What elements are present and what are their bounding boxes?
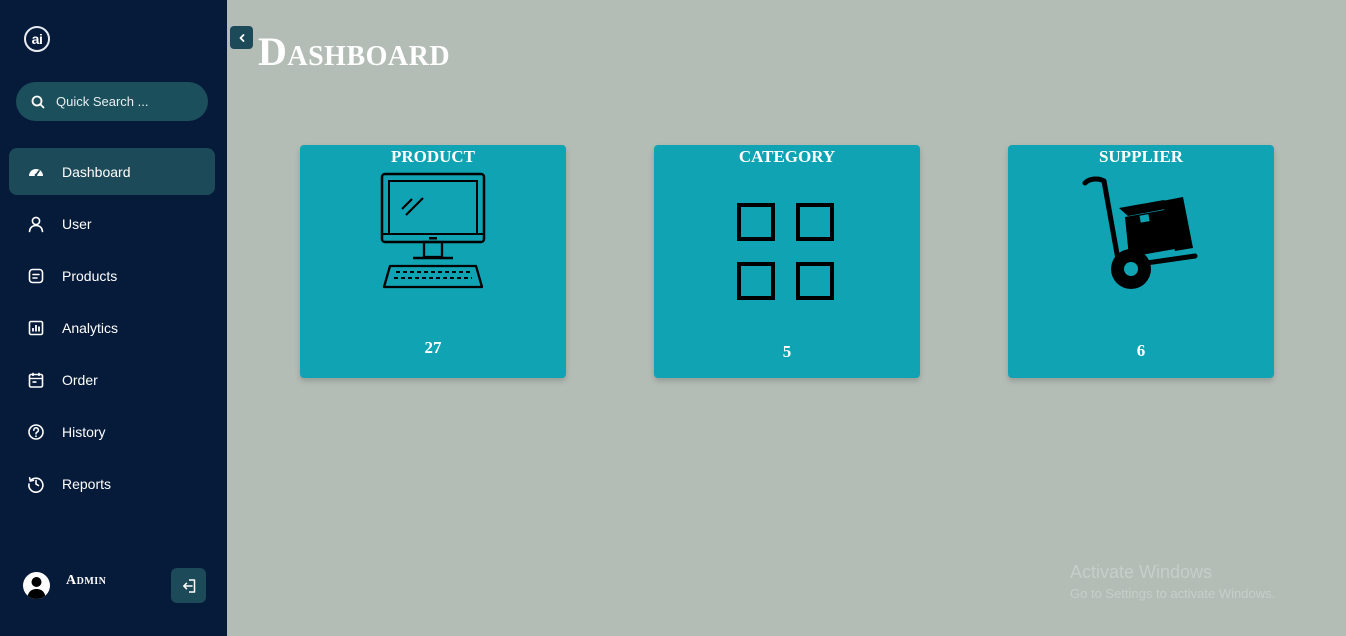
sidebar-item-label: Analytics bbox=[62, 319, 119, 336]
logout-button[interactable] bbox=[171, 568, 206, 603]
document-icon bbox=[26, 266, 46, 286]
card-title: PRODUCT bbox=[390, 147, 476, 166]
hand-truck-icon bbox=[1082, 176, 1198, 289]
sidebar-item-label: History bbox=[62, 423, 106, 440]
chevron-left-icon bbox=[239, 33, 244, 42]
activation-watermark: Activate Windows Go to Settings to activ… bbox=[1070, 562, 1275, 601]
sidebar-item-label: Dashboard bbox=[62, 163, 131, 180]
sidebar-nav: Dashboard User Products Analytics Order bbox=[9, 148, 215, 512]
product-card[interactable]: PRODUCT 27 bbox=[300, 145, 566, 378]
logout-icon bbox=[182, 578, 195, 593]
user-icon bbox=[26, 214, 46, 234]
app-logo[interactable]: ai bbox=[24, 26, 50, 52]
user-profile[interactable]: Admin bbox=[23, 572, 106, 599]
watermark-title: Activate Windows bbox=[1070, 562, 1213, 582]
card-title: CATEGORY bbox=[738, 147, 836, 166]
page-title: Dashboard bbox=[258, 29, 451, 74]
sidebar-item-label: Products bbox=[62, 267, 118, 284]
collapse-sidebar-button[interactable] bbox=[230, 26, 253, 49]
sidebar-item-user[interactable]: User bbox=[9, 200, 215, 247]
avatar[interactable] bbox=[23, 572, 50, 599]
card-count: 5 bbox=[782, 342, 792, 361]
sidebar-item-order[interactable]: Order bbox=[9, 356, 215, 403]
sidebar-item-label: User bbox=[62, 215, 92, 232]
supplier-card[interactable]: SUPPLIER 6 bbox=[1008, 145, 1274, 378]
sidebar-item-analytics[interactable]: Analytics bbox=[9, 304, 215, 351]
sidebar-item-dashboard[interactable]: Dashboard bbox=[9, 148, 215, 195]
grid-icon bbox=[737, 203, 834, 300]
sidebar: ai Dashboard User Products bbox=[0, 0, 227, 636]
watermark-subtitle: Go to Settings to activate Windows. bbox=[1070, 586, 1276, 601]
speedometer-icon bbox=[26, 162, 46, 182]
sidebar-item-reports[interactable]: Reports bbox=[9, 460, 215, 507]
category-card[interactable]: CATEGORY 5 bbox=[654, 145, 920, 378]
search-icon bbox=[31, 95, 45, 108]
card-title: SUPPLIER bbox=[1098, 147, 1184, 166]
computer-icon bbox=[380, 172, 486, 289]
sidebar-item-label: Reports bbox=[62, 475, 112, 492]
card-count: 27 bbox=[424, 338, 442, 357]
bar-chart-icon bbox=[26, 318, 46, 338]
sidebar-item-label: Order bbox=[62, 371, 98, 388]
calendar-icon bbox=[26, 370, 46, 390]
history-icon bbox=[26, 474, 46, 494]
sidebar-item-products[interactable]: Products bbox=[9, 252, 215, 299]
search-input[interactable] bbox=[56, 94, 196, 109]
help-circle-icon bbox=[26, 422, 46, 442]
sidebar-item-history[interactable]: History bbox=[9, 408, 215, 455]
card-count: 6 bbox=[1136, 341, 1146, 360]
avatar-person-icon bbox=[27, 577, 46, 599]
user-name: Admin bbox=[66, 573, 107, 588]
quick-search[interactable] bbox=[16, 82, 208, 121]
